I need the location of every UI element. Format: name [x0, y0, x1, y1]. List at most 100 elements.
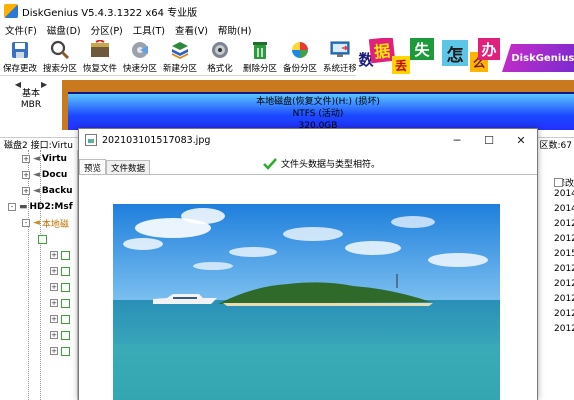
- checkbox[interactable]: [61, 250, 70, 260]
- menu-bar: 文件(F) 磁盘(D) 分区(P) 工具(T) 查看(V) 帮助(H): [0, 22, 574, 38]
- banner-char: 怎: [442, 40, 468, 66]
- expand-icon[interactable]: +: [50, 347, 58, 355]
- tree-item[interactable]: + ◄ Backu: [0, 183, 77, 199]
- partition-fs: NTFS (活动): [292, 109, 344, 119]
- menu-view[interactable]: 查看(V): [170, 23, 213, 37]
- tree-row-check[interactable]: +: [0, 311, 77, 327]
- checkbox[interactable]: [61, 282, 70, 292]
- folder-icon: ◄: [33, 154, 40, 164]
- list-item[interactable]: 2012: [538, 261, 574, 276]
- next-disk-arrow-icon[interactable]: ▶: [41, 80, 47, 89]
- delete-partition-button[interactable]: 删除分区: [240, 38, 280, 76]
- tree-row-check[interactable]: +: [0, 343, 77, 359]
- expand-icon[interactable]: +: [22, 171, 30, 179]
- list-item[interactable]: 2012: [538, 216, 574, 231]
- expand-icon[interactable]: +: [50, 251, 58, 259]
- recover-files-button[interactable]: 恢复文件: [80, 38, 120, 76]
- disk-type-basic: 基本: [21, 89, 40, 99]
- tree-item-partition[interactable]: - ◄ 本地磁: [0, 215, 77, 231]
- expand-icon[interactable]: +: [22, 187, 30, 195]
- tree-row-check[interactable]: +: [0, 247, 77, 263]
- tree-row-check[interactable]: [0, 231, 77, 247]
- expand-icon[interactable]: +: [50, 331, 58, 339]
- title-bar: DiskGenius V5.4.3.1322 x64 专业版: [0, 0, 574, 22]
- list-item[interactable]: 2012: [538, 276, 574, 291]
- disk-info-right: 区数:67: [539, 141, 573, 149]
- folder-icon: ◄: [33, 170, 40, 180]
- list-item[interactable]: 2015: [538, 246, 574, 261]
- list-item[interactable]: 2012: [538, 291, 574, 306]
- quick-partition-icon: [129, 39, 151, 61]
- tree-row-check[interactable]: +: [0, 295, 77, 311]
- tree-item[interactable]: + ◄ Docu: [0, 167, 77, 183]
- partition-name: 本地磁盘(恢复文件)(H:) (损坏): [256, 97, 380, 107]
- system-migration-button[interactable]: 系统迁移: [320, 38, 360, 76]
- format-button[interactable]: 格式化: [200, 38, 240, 76]
- promo-banner[interactable]: 数 据 丢 失 怎 么 办 DiskGenius: [356, 38, 574, 76]
- maximize-button[interactable]: ☐: [473, 129, 505, 151]
- list-item[interactable]: 2014: [538, 201, 574, 216]
- disk-tree[interactable]: + ◄ Virtu + ◄ Docu + ◄ Backu - ▬ HD2:Msf…: [0, 150, 78, 400]
- preview-image: [113, 204, 500, 400]
- expand-icon[interactable]: +: [50, 299, 58, 307]
- file-list-strip: 修改 2014 2014 2012 2012 2015 2012 2012 20…: [537, 150, 574, 400]
- tree-item[interactable]: + ◄ Virtu: [0, 151, 77, 167]
- list-item[interactable]: 2012: [538, 321, 574, 336]
- tree-row-check[interactable]: +: [0, 263, 77, 279]
- checkbox[interactable]: [61, 330, 70, 340]
- expand-icon[interactable]: +: [50, 267, 58, 275]
- partition-label: 本地磁盘(恢复文件)(H:) (损坏) NTFS (活动) 320.0GB: [62, 96, 574, 132]
- close-button[interactable]: ✕: [505, 129, 537, 151]
- banner-char: 办: [478, 38, 500, 60]
- file-header-status-text: 文件头数据与类型相符。: [281, 160, 381, 170]
- disk-icon: ▬: [19, 202, 28, 212]
- expand-icon[interactable]: +: [22, 155, 30, 163]
- delete-partition-icon: [249, 39, 271, 61]
- checkbox[interactable]: [38, 234, 47, 244]
- checkbox[interactable]: [61, 266, 70, 276]
- checkbox[interactable]: [61, 298, 70, 308]
- minimize-button[interactable]: ─: [441, 129, 473, 151]
- dialog-title-bar[interactable]: 202103101517083.jpg ─ ☐ ✕: [79, 129, 537, 151]
- tab-preview[interactable]: 预览: [79, 159, 107, 175]
- expand-icon[interactable]: +: [50, 283, 58, 291]
- new-partition-icon: [169, 39, 191, 61]
- expand-icon[interactable]: +: [50, 315, 58, 323]
- menu-file[interactable]: 文件(F): [0, 23, 42, 37]
- collapse-icon[interactable]: -: [22, 219, 30, 227]
- banner-char: 丢: [392, 56, 410, 74]
- banner-char: 失: [410, 38, 434, 60]
- menu-partition[interactable]: 分区(P): [86, 23, 128, 37]
- disk-info-text: 磁盘2 接口:Virtu: [4, 141, 74, 149]
- tree-row-check[interactable]: +: [0, 279, 77, 295]
- checkbox[interactable]: [61, 314, 70, 324]
- disk-type-mbr: MBR: [20, 100, 42, 110]
- prev-disk-arrow-icon[interactable]: ◀: [15, 80, 21, 89]
- menu-tools[interactable]: 工具(T): [128, 23, 170, 37]
- backup-partition-button[interactable]: 备份分区: [280, 38, 320, 76]
- system-migration-icon: [329, 39, 351, 61]
- checkmark-icon: [263, 157, 277, 170]
- recover-files-icon: [89, 39, 111, 61]
- quick-partition-button[interactable]: 快速分区: [120, 38, 160, 76]
- list-item[interactable]: 2014: [538, 186, 574, 201]
- window-title: DiskGenius V5.4.3.1322 x64 专业版: [22, 7, 198, 19]
- menu-help[interactable]: 帮助(H): [213, 23, 257, 37]
- collapse-icon[interactable]: -: [8, 203, 16, 211]
- tree-item-disk[interactable]: - ▬ HD2:Msf: [0, 199, 77, 215]
- menu-disk[interactable]: 磁盘(D): [42, 23, 86, 37]
- new-partition-button[interactable]: 新建分区: [160, 38, 200, 76]
- save-icon: [9, 39, 31, 61]
- folder-icon: ◄: [33, 186, 40, 196]
- preview-area: [79, 174, 537, 400]
- list-item[interactable]: 2012: [538, 306, 574, 321]
- search-partition-button[interactable]: 搜索分区: [40, 38, 80, 76]
- format-icon: [209, 39, 231, 61]
- save-changes-button[interactable]: 保存更改: [0, 38, 40, 76]
- list-item[interactable]: 2012: [538, 231, 574, 246]
- tree-row-check[interactable]: +: [0, 327, 77, 343]
- select-all-checkbox[interactable]: [554, 178, 563, 187]
- tab-file-data[interactable]: 文件数据: [106, 160, 151, 175]
- banner-brand: DiskGenius: [502, 44, 574, 72]
- checkbox[interactable]: [61, 346, 70, 356]
